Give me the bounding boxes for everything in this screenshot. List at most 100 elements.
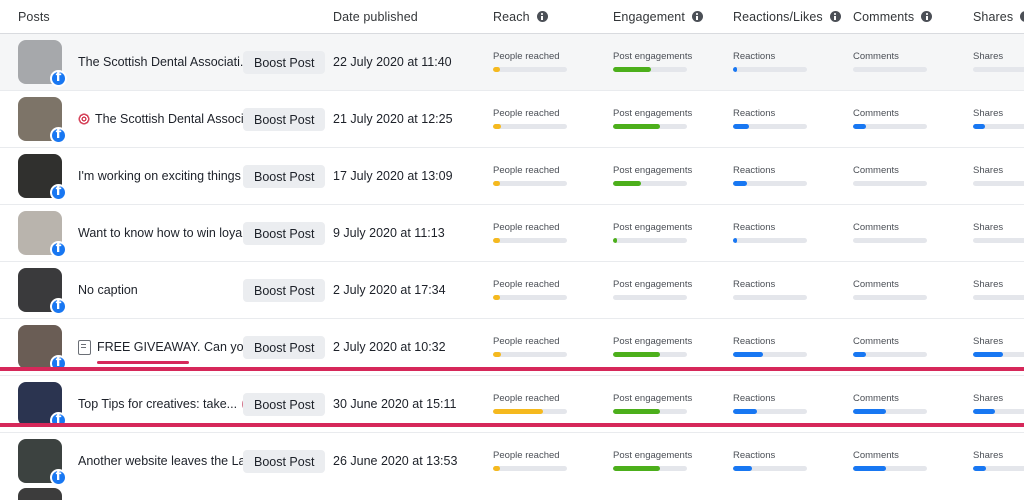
post-thumbnail[interactable]: f — [18, 325, 67, 372]
metric-cell-engagement[interactable]: Post engagements — [613, 205, 692, 261]
boost-post-button[interactable]: Boost Post — [243, 165, 326, 188]
column-header-label: Engagement — [613, 9, 685, 24]
date-published-cell: 21 July 2020 at 12:25 — [333, 112, 453, 126]
post-cell[interactable]: f The Scottish Dental Associ... — [18, 91, 254, 147]
metric-label: Comments — [853, 108, 899, 120]
post-title[interactable]: I'm working on exciting things ... — [78, 169, 255, 183]
boost-post-button[interactable]: Boost Post — [243, 222, 326, 245]
metric-cell-comments[interactable]: Comments — [853, 433, 927, 489]
metric-cell-shares[interactable]: Shares — [973, 91, 1024, 147]
metric-cell-reactions[interactable]: Reactions — [733, 148, 807, 204]
metric-cell-comments[interactable]: Comments — [853, 148, 927, 204]
metric-cell-reach[interactable]: People reached — [493, 262, 567, 318]
boost-post-button[interactable]: Boost Post — [243, 450, 326, 473]
post-title[interactable]: No caption — [78, 283, 138, 297]
post-thumbnail[interactable]: f — [18, 382, 67, 429]
table-row[interactable]: f No caption Boost Post 2 July 2020 at 17:3… — [0, 262, 1024, 319]
post-cell[interactable]: f No caption — [18, 262, 138, 318]
metric-cell-engagement[interactable]: Post engagements — [613, 34, 692, 90]
metric-cell-reach[interactable]: People reached — [493, 205, 567, 261]
info-icon[interactable] — [921, 11, 933, 22]
post-title[interactable]: Another website leaves the La... — [78, 454, 256, 468]
post-thumbnail[interactable] — [18, 488, 62, 500]
metric-cell-reach[interactable]: People reached — [493, 433, 567, 489]
metric-cell-engagement[interactable]: Post engagements — [613, 148, 692, 204]
info-icon[interactable] — [829, 11, 841, 22]
metric-cell-engagement[interactable]: Post engagements — [613, 91, 692, 147]
metric-cell-reactions[interactable]: Reactions — [733, 91, 807, 147]
metric-label: Comments — [853, 165, 899, 177]
metric-cell-reactions[interactable]: Reactions — [733, 433, 807, 489]
metric-bar-track — [493, 351, 567, 357]
metric-label: People reached — [493, 336, 560, 348]
metric-bar-track — [733, 237, 807, 243]
column-header-shares[interactable]: Shares — [973, 0, 1024, 33]
post-thumbnail[interactable]: f — [18, 40, 67, 87]
post-cell[interactable]: f The Scottish Dental Associati... — [18, 34, 250, 90]
post-cell[interactable]: f Want to know how to win loyal... — [18, 205, 255, 261]
metric-label: Post engagements — [613, 450, 693, 462]
metric-cell-comments[interactable]: Comments — [853, 91, 927, 147]
metric-bar-fill — [493, 66, 500, 72]
post-cell[interactable]: f Another website leaves the La... — [18, 433, 256, 489]
red-underline-annotation — [97, 360, 189, 364]
metric-label: Shares — [973, 165, 1004, 177]
metric-cell-comments[interactable]: Comments — [853, 205, 927, 261]
table-row-partial[interactable] — [0, 485, 1024, 500]
post-cell[interactable]: f I'm working on exciting things ... — [18, 148, 255, 204]
metric-cell-shares[interactable]: Shares — [973, 262, 1024, 318]
post-thumbnail[interactable]: f — [18, 211, 67, 258]
post-thumbnail[interactable]: f — [18, 97, 67, 144]
post-thumbnail[interactable]: f — [18, 439, 67, 486]
post-thumbnail[interactable]: f — [18, 268, 67, 315]
metric-cell-reach[interactable]: People reached — [493, 34, 567, 90]
column-header-comments[interactable]: Comments — [853, 0, 933, 33]
boost-post-button[interactable]: Boost Post — [243, 279, 326, 302]
post-thumbnail[interactable]: f — [18, 154, 67, 201]
boost-post-button[interactable]: Boost Post — [243, 336, 326, 359]
metric-cell-shares[interactable]: Shares — [973, 205, 1024, 261]
info-icon[interactable] — [1020, 11, 1024, 22]
boost-post-button[interactable]: Boost Post — [243, 393, 326, 416]
metric-bar-fill — [613, 180, 642, 186]
metric-cell-engagement[interactable]: Post engagements — [613, 262, 692, 318]
metric-bar-track — [853, 294, 927, 300]
metric-cell-reach[interactable]: People reached — [493, 148, 567, 204]
metric-cell-engagement[interactable]: Post engagements — [613, 433, 692, 489]
metric-cell-comments[interactable]: Comments — [853, 262, 927, 318]
info-icon[interactable] — [536, 11, 548, 22]
metric-label: Post engagements — [613, 393, 693, 405]
post-title[interactable]: FREE GIVEAWAY. Can you ... — [78, 339, 264, 364]
metric-cell-shares[interactable]: Shares — [973, 34, 1024, 90]
column-header-reach[interactable]: Reach — [493, 0, 548, 33]
post-title[interactable]: The Scottish Dental Associati... — [78, 55, 250, 69]
boost-post-button[interactable]: Boost Post — [243, 51, 326, 74]
info-icon[interactable] — [691, 11, 703, 22]
date-published-cell: 2 July 2020 at 17:34 — [333, 283, 446, 297]
metric-bar-track — [613, 66, 687, 72]
table-row[interactable]: f The Scottish Dental Associati... Boost P… — [0, 34, 1024, 91]
post-title-text: The Scottish Dental Associ... — [95, 112, 255, 126]
column-header-date[interactable]: Date published — [333, 0, 418, 33]
table-row[interactable]: f The Scottish Dental Associ... Boost Post… — [0, 91, 1024, 148]
metric-cell-shares[interactable]: Shares — [973, 148, 1024, 204]
metric-cell-comments[interactable]: Comments — [853, 34, 927, 90]
table-row[interactable]: f Want to know how to win loyal... Boost P… — [0, 205, 1024, 262]
metric-bar-track — [493, 123, 567, 129]
column-header-reactions[interactable]: Reactions/Likes — [733, 0, 841, 33]
metric-cell-reactions[interactable]: Reactions — [733, 34, 807, 90]
post-title[interactable]: The Scottish Dental Associ... — [78, 112, 254, 126]
metric-cell-reach[interactable]: People reached — [493, 91, 567, 147]
metric-label: Shares — [973, 51, 1004, 63]
metric-cell-shares[interactable]: Shares — [973, 433, 1024, 489]
metric-bar-fill — [853, 465, 887, 471]
boost-post-button[interactable]: Boost Post — [243, 108, 326, 131]
table-row[interactable]: f Another website leaves the La... Boost P… — [0, 433, 1024, 490]
metric-bar-track — [613, 351, 687, 357]
metric-cell-reactions[interactable]: Reactions — [733, 262, 807, 318]
metric-cell-reactions[interactable]: Reactions — [733, 205, 807, 261]
column-header-engagement[interactable]: Engagement — [613, 0, 703, 33]
post-title[interactable]: Want to know how to win loyal... — [78, 226, 255, 240]
table-row[interactable]: f I'm working on exciting things ... Boost… — [0, 148, 1024, 205]
column-header-posts[interactable]: Posts — [18, 0, 50, 33]
